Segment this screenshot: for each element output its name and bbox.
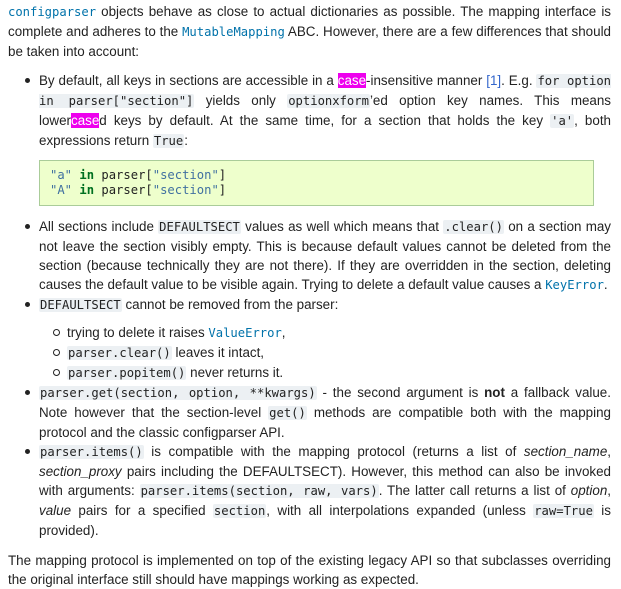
inline-code: raw=True xyxy=(533,504,594,518)
code-text: ] xyxy=(218,168,227,182)
sub-item: parser.clear() leaves it intact, xyxy=(53,343,611,363)
differences-list: By default, all keys in sections are acc… xyxy=(8,71,612,540)
code-line: "a" in parser["section"] xyxy=(50,168,583,183)
b1-text: d keys by default. At the same time, for… xyxy=(99,113,551,128)
code-keyword: in xyxy=(79,168,95,182)
doc-page: configparser objects behave as close to … xyxy=(0,0,621,589)
inline-code: True xyxy=(152,134,185,148)
b1-text: yields only xyxy=(194,93,288,108)
inline-code: parser.items(section, raw, vars) xyxy=(139,484,379,498)
inline-code: parser.popitem() xyxy=(67,366,187,380)
footnote-link[interactable]: [1] xyxy=(486,73,501,88)
b5-text: . The latter call returns a list of xyxy=(378,483,571,498)
b3-text: cannot be removed from the parser: xyxy=(121,297,339,312)
outro-paragraph: The mapping protocol is implemented on t… xyxy=(8,551,611,589)
inline-code: .clear() xyxy=(443,220,504,234)
italic-text: option xyxy=(570,483,608,498)
inline-code: parser.clear() xyxy=(67,346,172,360)
sub-text: , xyxy=(281,325,286,340)
b5-text: , xyxy=(607,444,611,459)
inline-code: DEFAULTSECT xyxy=(158,220,241,234)
valueerror-link[interactable]: ValueError xyxy=(208,326,281,340)
code-block: "a" in parser["section"] "A" in parser["… xyxy=(39,160,594,206)
b5-text: is compatible with the mapping protocol … xyxy=(143,444,524,459)
b4-text: - the second argument is xyxy=(316,385,485,400)
list-item-parser-items: parser.items() is compatible with the ma… xyxy=(25,442,611,540)
inline-code: parser.items() xyxy=(39,445,144,459)
b5-text: , xyxy=(607,483,611,498)
italic-text: value xyxy=(39,503,72,518)
code-text: parser[ xyxy=(94,168,153,182)
bold-text: not xyxy=(484,385,505,400)
search-highlight: case xyxy=(337,73,367,88)
b2-text: . xyxy=(603,277,608,292)
code-text: parser[ xyxy=(94,183,153,197)
b1-text: -insensitive manner xyxy=(366,73,487,88)
sub-text: leaves it intact, xyxy=(171,345,265,360)
list-item-case-insensitive: By default, all keys in sections are acc… xyxy=(25,71,612,206)
keyerror-link[interactable]: KeyError xyxy=(545,278,604,292)
configparser-link[interactable]: configparser xyxy=(8,5,96,19)
inline-code: DEFAULTSECT xyxy=(39,298,122,312)
b1-text: By default, all keys in sections are acc… xyxy=(39,73,338,88)
b1-text: : xyxy=(184,133,188,148)
b1-text: . E.g. xyxy=(501,73,537,88)
code-string: "A" xyxy=(50,183,73,197)
italic-text: section_proxy xyxy=(39,464,122,479)
b2-text: All sections include xyxy=(39,219,159,234)
search-highlight: case xyxy=(71,113,100,128)
mutablemapping-link[interactable]: MutableMapping xyxy=(182,25,285,39)
code-string: "a" xyxy=(50,168,73,182)
outro-text: The mapping protocol is implemented on t… xyxy=(8,553,611,587)
b2-text: values as well which means that xyxy=(240,219,444,234)
sub-item: trying to delete it raises ValueError, xyxy=(53,323,611,343)
code-line: "A" in parser["section"] xyxy=(50,183,583,198)
b5-text: pairs for a specified xyxy=(71,503,213,518)
inline-code: 'a' xyxy=(550,114,575,128)
italic-text: section_name xyxy=(523,444,608,459)
list-item-defaultsect-values: All sections include DEFAULTSECT values … xyxy=(25,217,611,295)
sub-item: parser.popitem() never returns it. xyxy=(53,363,611,383)
sub-text: never returns it. xyxy=(186,365,284,380)
list-item-parser-get: parser.get(section, option, **kwargs) - … xyxy=(25,383,611,442)
code-keyword: in xyxy=(79,183,95,197)
code-text: ] xyxy=(218,183,227,197)
inline-code: section xyxy=(212,504,267,518)
inline-code: optionxform xyxy=(287,94,370,108)
code-string: "section" xyxy=(152,168,219,182)
intro-paragraph: configparser objects behave as close to … xyxy=(8,2,611,61)
code-string: "section" xyxy=(152,183,219,197)
list-item-defaultsect-removal: DEFAULTSECT cannot be removed from the p… xyxy=(25,295,611,383)
inline-code: get() xyxy=(268,406,307,420)
sub-list: trying to delete it raises ValueError, p… xyxy=(39,323,611,383)
inline-code: parser.get(section, option, **kwargs) xyxy=(39,386,317,400)
sub-text: trying to delete it raises xyxy=(67,325,209,340)
b5-text: , with all interpolations expanded (unle… xyxy=(266,503,534,518)
